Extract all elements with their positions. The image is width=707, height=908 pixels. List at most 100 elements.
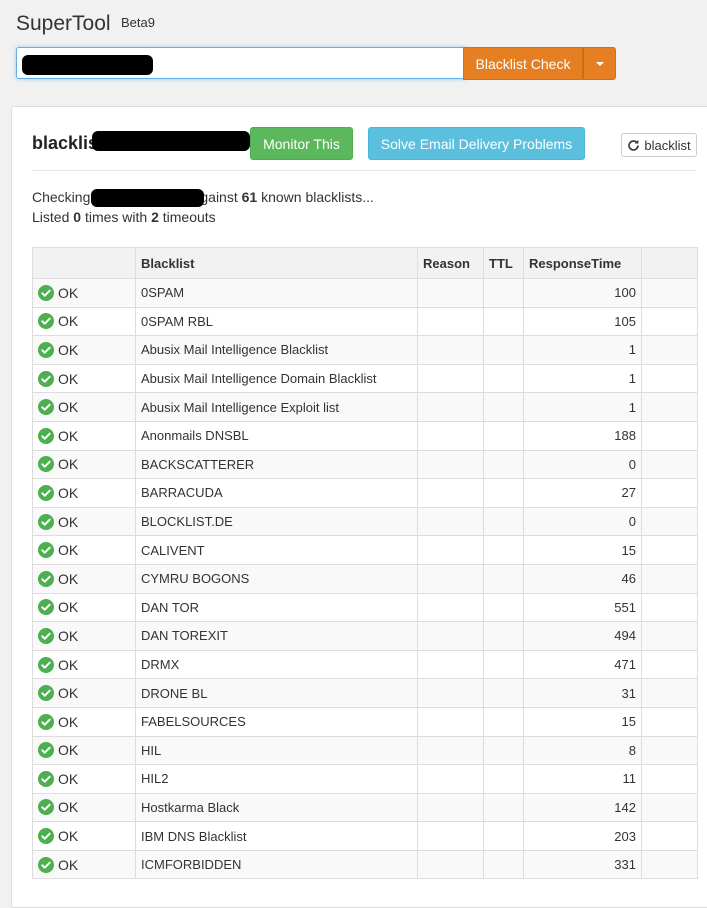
solve-email-delivery-button[interactable]: Solve Email Delivery Problems [368,127,585,160]
blacklist-name-cell: DAN TOR [135,592,418,623]
check-circle-icon [38,856,54,873]
blacklist-name-cell: BLOCKLIST.DE [135,506,418,537]
table-header-row: Blacklist Reason TTL ResponseTime [32,247,698,279]
check-circle-icon [38,284,54,301]
status-cell: OK [32,449,136,480]
redaction-mark [92,131,250,151]
check-circle-icon [38,570,54,587]
extra-cell [641,363,698,394]
extra-cell [641,278,698,308]
table-row: OK BARRACUDA 27 [32,478,698,508]
extra-cell [641,592,698,623]
status-label: OK [58,570,79,587]
timeouts-count: 2 [151,209,159,225]
check-circle-icon [38,770,54,787]
status-cell: OK [32,392,136,422]
refresh-icon [628,139,640,151]
blacklist-name-cell: Abusix Mail Intelligence Domain Blacklis… [135,363,418,394]
blacklist-name-cell: ICMFORBIDDEN [135,849,418,880]
status-label: OK [58,513,79,530]
blacklist-name-cell: HIL2 [135,764,418,794]
app-title: SuperTool [16,12,111,35]
ttl-cell [483,478,524,508]
check-circle-icon [38,656,54,673]
status-cell: OK [32,478,136,508]
ttl-cell [483,792,524,823]
check-circle-icon [38,313,54,330]
reason-cell [417,764,484,794]
reason-cell [417,306,484,337]
table-row: OK DAN TOR 551 [32,592,698,623]
listed-count: 0 [73,209,82,225]
ttl-cell [483,706,524,737]
reason-cell [417,849,484,880]
reason-cell [417,535,484,565]
ttl-cell [483,621,524,651]
status-cell: OK [32,335,136,365]
table-row: OK HIL 8 [32,735,698,766]
response-time-cell: 188 [523,420,642,451]
check-circle-icon [38,713,54,730]
response-time-cell: 46 [523,563,642,594]
reason-cell [417,363,484,394]
blacklist-name-cell: BARRACUDA [135,478,418,508]
column-header-extra [641,247,698,279]
check-circle-icon [38,627,54,644]
response-time-cell: 0 [523,506,642,537]
table-row: OK 0SPAM 100 [32,278,698,308]
status-cell: OK [32,420,136,451]
column-header-reason[interactable]: Reason [417,247,484,279]
listed-summary: Listed 0 times with 2 timeouts [32,209,216,225]
response-time-cell: 551 [523,592,642,623]
blacklist-check-button[interactable]: Blacklist Check [463,47,583,80]
top-bar: SuperTool Beta9 Blacklist Check [0,0,707,98]
column-header-blacklist[interactable]: Blacklist [135,247,418,279]
check-circle-icon [38,399,54,416]
status-label: OK [58,770,79,787]
status-label: OK [58,828,79,845]
check-circle-icon [38,456,54,473]
ttl-cell [483,363,524,394]
extra-cell [641,621,698,651]
extra-cell [641,478,698,508]
ttl-cell [483,821,524,851]
extra-cell [641,563,698,594]
table-row: OK IBM DNS Blacklist 203 [32,821,698,851]
status-cell: OK [32,621,136,651]
blacklist-name-cell: DRMX [135,649,418,680]
reason-cell [417,278,484,308]
column-header-ttl[interactable]: TTL [483,247,524,279]
reason-cell [417,706,484,737]
blacklist-count: 61 [241,189,258,205]
response-time-cell: 331 [523,849,642,880]
column-header-responsetime[interactable]: ResponseTime [523,247,642,279]
table-row: OK CYMRU BOGONS 46 [32,563,698,594]
refresh-blacklist-button[interactable]: blacklist [621,133,697,157]
chevron-down-icon[interactable] [583,47,616,80]
status-cell: OK [32,363,136,394]
ttl-cell [483,764,524,794]
extra-cell [641,335,698,365]
status-cell: OK [32,792,136,823]
status-label: OK [58,799,79,816]
response-time-cell: 15 [523,535,642,565]
table-row: OK DRONE BL 31 [32,678,698,708]
ttl-cell [483,649,524,680]
check-circle-icon [38,742,54,759]
status-label: OK [58,341,79,358]
blacklist-name-cell: Abusix Mail Intelligence Exploit list [135,392,418,422]
reason-cell [417,621,484,651]
check-circle-icon [38,484,54,501]
status-label: OK [58,627,79,644]
refresh-label: blacklist [644,137,691,153]
status-cell: OK [32,764,136,794]
reason-cell [417,392,484,422]
blacklist-name-cell: 0SPAM RBL [135,306,418,337]
monitor-this-button[interactable]: Monitor This [250,127,353,160]
table-row: OK Abusix Mail Intelligence Blacklist 1 [32,335,698,365]
table-row: OK Hostkarma Black 142 [32,792,698,823]
status-cell: OK [32,678,136,708]
status-cell: OK [32,821,136,851]
status-label: OK [58,856,79,873]
check-circle-icon [38,513,54,530]
